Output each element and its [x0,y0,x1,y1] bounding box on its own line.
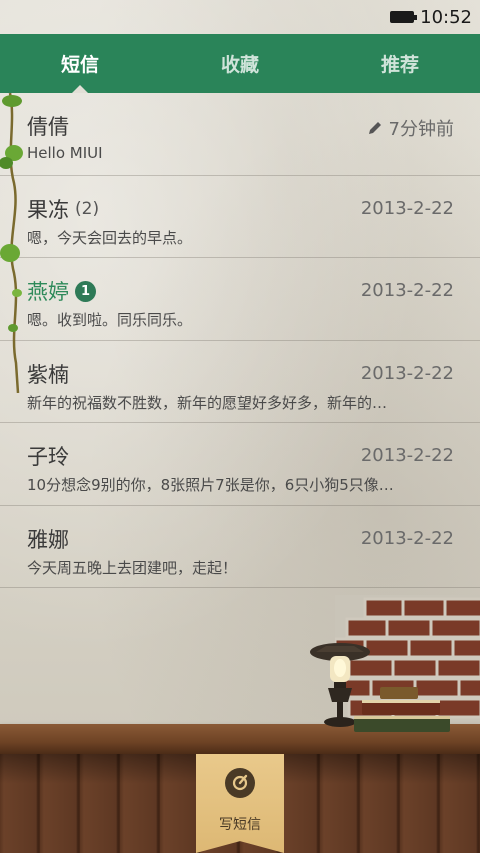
compose-icon [225,768,255,798]
conversation-row[interactable]: 雅娜 2013-2-22 今天周五晚上去团建吧，走起！ [0,506,480,588]
tab-recommend[interactable]: 推荐 [320,34,480,93]
message-preview: 嗯，今天会回去的早点。 [27,228,193,247]
unread-badge: 1 [75,280,96,302]
message-preview: 10分想念9别的你，8张照片7张是你，6只小狗5只像… [27,476,394,494]
vine-decoration [0,93,23,393]
clock: 10:52 [420,6,472,28]
compose-label: 写短信 [219,817,261,833]
conversation-row[interactable]: 倩倩 7分钟前 Hello MIUI [0,93,480,176]
contact-name: 子玲 [27,445,69,469]
contact-name: 紫楠 [27,362,69,387]
contact-name: 雅娜 [27,527,69,552]
timestamp: 2013-2-22 [360,197,454,219]
tab-favorites[interactable]: 收藏 [160,34,320,93]
conversation-row[interactable]: 子玲 2013-2-22 10分想念9别的你，8张照片7张是你，6只小狗5只像… [0,423,480,506]
conversation-row[interactable]: 果冻 (2) 2013-2-22 嗯，今天会回去的早点。 [0,176,480,258]
books-icon [354,687,450,732]
timestamp: 7分钟前 [367,115,454,141]
status-bar: 10:52 [0,0,480,34]
message-preview: Hello MIUI [27,144,103,162]
tab-bar: 短信 收藏 推荐 [0,34,480,93]
message-preview: 今天周五晚上去团建吧，走起！ [27,558,238,577]
timestamp: 2013-2-22 [360,362,454,384]
conversation-list: 倩倩 7分钟前 Hello MIUI 果冻 (2) 2013-2-22 嗯，今天… [0,93,480,588]
battery-icon [390,11,418,23]
contact-name: 倩倩 [27,115,69,139]
message-preview: 嗯。收到啦。同乐同乐。 [27,311,193,329]
timestamp: 2013-2-22 [360,527,454,549]
timestamp: 2013-2-22 [360,280,454,301]
compose-button[interactable]: 写短信 [196,754,284,853]
timestamp: 2013-2-22 [360,445,454,466]
tab-messages[interactable]: 短信 [0,34,160,93]
conversation-row[interactable]: 燕婷 1 2013-2-22 嗯。收到啦。同乐同乐。 [0,258,480,341]
message-count: (2) [75,198,100,219]
contact-name: 果冻 (2) [27,197,100,222]
message-preview: 新年的祝福数不胜数，新年的愿望好多好多，新年的… [27,393,388,412]
conversation-row[interactable]: 紫楠 2013-2-22 新年的祝福数不胜数，新年的愿望好多好多，新年的… [0,341,480,423]
draft-pencil-icon [368,122,381,134]
contact-name: 燕婷 1 [27,276,96,306]
